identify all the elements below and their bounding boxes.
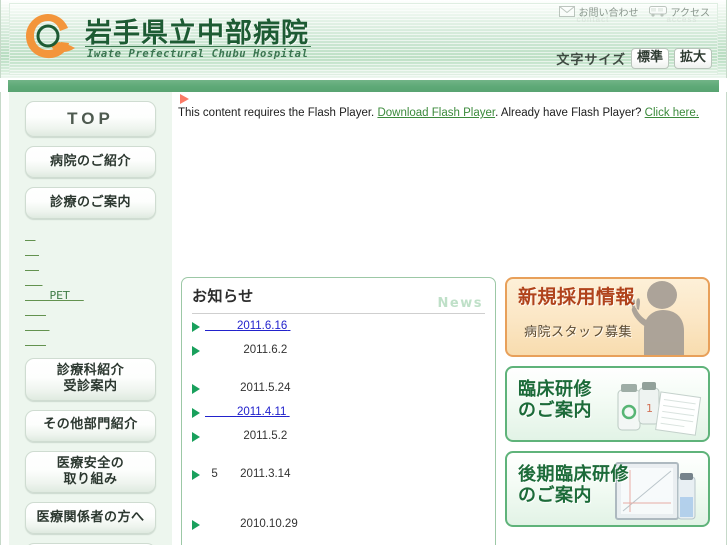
news-item-text: 2011.5.2 <box>243 430 288 442</box>
sidebar-label-departments: 診療科紹介 受診案内 <box>56 363 125 395</box>
mail-icon <box>558 6 575 17</box>
download-flash-player-link[interactable]: Download Flash Player <box>377 107 495 119</box>
sidebar-item-medical-safety[interactable]: 医療安全の 取り組み <box>25 450 156 493</box>
sidebar-label-medical-guide: 診療のご案内 <box>49 194 131 210</box>
banner-advanced-training[interactable]: 後期臨床研修 のご案内 <box>505 451 710 527</box>
news-panel-header: お知らせ News <box>192 284 485 314</box>
body-area: TOP 病院のご紹介 診療のご案内 PET 診療科紹介 受診案内 その他部門紹介… <box>0 92 727 545</box>
sidebar-subitem-1[interactable] <box>25 228 172 243</box>
bus-icon <box>648 6 667 17</box>
news-bullet-icon <box>192 346 200 356</box>
svg-text:1: 1 <box>646 402 653 415</box>
news-item-text: 5 2011.3.14 <box>205 468 291 480</box>
news-list: 2011.6.16 2011.6.2 2011.5.24 2011.4.11 2… <box>182 319 495 533</box>
font-size-controls: 文字サイズ 標準 拡大 <box>556 48 712 69</box>
font-size-label: 文字サイズ <box>556 52 626 68</box>
contact-link[interactable]: お問い合わせ contact <box>558 4 639 24</box>
sidebar-label-for-professionals: 医療関係者の方へ <box>36 509 145 525</box>
sidebar-label-top: TOP <box>67 109 114 129</box>
sidebar-subitem-3[interactable] <box>25 258 172 273</box>
site-header: 岩手県立中部病院 Iwate Prefectural Chubu Hospita… <box>0 0 727 78</box>
sidebar-subitem-pet[interactable]: PET <box>25 288 172 303</box>
news-list-item[interactable]: 2011.4.11 <box>182 405 495 421</box>
news-bullet-icon <box>192 470 200 480</box>
flash-notice-text-middle: . Already have Flash Player? <box>495 107 645 119</box>
news-bullet-icon <box>192 432 200 442</box>
font-size-normal-button[interactable]: 標準 <box>630 48 669 69</box>
banner-recruitment[interactable]: 新規採用情報 病院スタッフ募集 <box>505 277 710 357</box>
hospital-logo-icon <box>23 12 77 60</box>
banner-recruitment-title: 新規採用情報 <box>518 286 636 308</box>
access-sublabel: access <box>666 15 698 24</box>
sidebar-subitem-8[interactable] <box>25 333 172 348</box>
sidebar-nav: TOP 病院のご紹介 診療のご案内 PET 診療科紹介 受診案内 その他部門紹介… <box>9 92 172 545</box>
news-item-text[interactable]: 2011.4.11 <box>205 405 290 420</box>
sidebar-label-other-departments: その他部門紹介 <box>43 417 138 433</box>
banner-advanced-training-title: 後期臨床研修 のご案内 <box>518 464 629 506</box>
already-have-flash-link[interactable]: Click here. <box>645 107 699 119</box>
news-list-item[interactable]: 2010.10.29 <box>182 517 495 533</box>
sidebar-item-other-departments[interactable]: その他部門紹介 <box>25 409 156 442</box>
news-title-en: News <box>437 296 483 311</box>
news-list-item[interactable]: 2011.6.2 <box>182 343 495 359</box>
flash-player-notice: This content requires the Flash Player. … <box>178 94 708 121</box>
sidebar-subitem-2[interactable] <box>25 243 172 258</box>
utility-links: お問い合わせ contact アクセス access <box>558 4 710 24</box>
sidebar-item-medical-guide[interactable]: 診療のご案内 <box>25 187 156 219</box>
news-item-text: 2011.6.2 <box>243 344 288 356</box>
main-content: This content requires the Flash Player. … <box>172 92 720 545</box>
news-bullet-icon <box>192 408 200 418</box>
site-title-ja: 岩手県立中部病院 <box>85 18 309 49</box>
sidebar-subitem-6[interactable] <box>25 303 172 318</box>
banner-clinical-training[interactable]: 1 臨床研修 のご案内 <box>505 366 710 442</box>
page-root: 岩手県立中部病院 Iwate Prefectural Chubu Hospita… <box>0 0 727 545</box>
flash-notice-text-before: This content requires the Flash Player. <box>178 107 378 119</box>
font-size-large-button[interactable]: 拡大 <box>673 48 712 69</box>
news-list-item[interactable]: 2011.5.24 <box>182 381 495 397</box>
sidebar-subitem-4[interactable] <box>25 273 172 288</box>
medicine-bottles-icon: 1 <box>608 368 704 440</box>
news-panel: お知らせ News 2011.6.16 2011.6.2 2011.5.24 2… <box>181 277 496 545</box>
sidebar-item-top[interactable]: TOP <box>25 101 156 137</box>
news-bullet-icon <box>192 384 200 394</box>
news-title: お知らせ <box>192 287 254 305</box>
sidebar-item-hospital-intro[interactable]: 病院のご紹介 <box>25 146 156 178</box>
sidebar-sublist: PET <box>9 228 172 348</box>
sidebar-item-departments[interactable]: 診療科紹介 受診案内 <box>25 358 156 401</box>
news-item-text: 2011.5.24 <box>240 382 291 394</box>
news-list-item[interactable]: 5 2011.3.14 <box>182 467 495 483</box>
news-list-item[interactable]: 2011.6.16 <box>182 319 495 335</box>
sidebar-label-hospital-intro: 病院のご紹介 <box>49 153 131 169</box>
sidebar-subitem-7[interactable] <box>25 318 172 333</box>
news-list-item[interactable]: 2011.5.2 <box>182 429 495 445</box>
access-link[interactable]: アクセス access <box>648 4 710 24</box>
sidebar-item-for-professionals[interactable]: 医療関係者の方へ <box>25 502 156 534</box>
contact-sublabel: contact <box>576 15 610 24</box>
news-item-text[interactable]: 2011.6.16 <box>205 319 290 334</box>
sidebar-label-medical-safety: 医療安全の 取り組み <box>56 455 125 487</box>
site-title-en: Iwate Prefectural Chubu Hospital <box>87 48 309 60</box>
news-item-text: 2010.10.29 <box>240 518 298 530</box>
news-bullet-icon <box>192 520 200 530</box>
banner-recruitment-subtitle: 病院スタッフ募集 <box>524 325 633 340</box>
flash-arrow-icon <box>180 94 189 104</box>
title-rule <box>85 46 311 47</box>
banner-column: 新規採用情報 病院スタッフ募集 1 臨床研修 のご案内 後期臨床研修 のご案内 <box>505 277 710 536</box>
site-logo[interactable]: 岩手県立中部病院 Iwate Prefectural Chubu Hospita… <box>23 10 353 66</box>
flash-notice-text: This content requires the Flash Player. … <box>178 106 708 121</box>
news-bullet-icon <box>192 322 200 332</box>
banner-clinical-training-title: 臨床研修 のご案内 <box>518 379 592 421</box>
header-divider-bar <box>8 80 719 92</box>
